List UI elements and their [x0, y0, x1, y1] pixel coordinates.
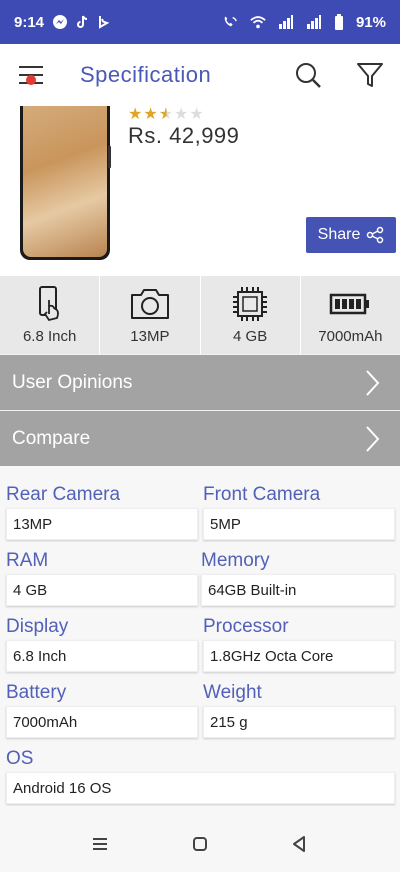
status-bar: 9:14 91%: [0, 0, 400, 44]
rating-stars: ★★★★★: [128, 106, 205, 124]
signal-icon-1: [278, 14, 294, 30]
spec-label: OS: [6, 748, 34, 769]
spec-weight: Weight 215 g: [203, 682, 395, 738]
feature-label: 4 GB: [233, 327, 268, 345]
share-icon: [367, 226, 384, 244]
key-features: 6.8 Inch 13MP 4 GB 7000mAh: [0, 276, 400, 354]
spec-value: 13MP: [6, 508, 198, 540]
search-icon: [296, 63, 321, 88]
compare-row[interactable]: Compare: [0, 411, 400, 466]
spec-list: Rear Camera 13MP Front Camera 5MP RAM 4 …: [0, 466, 400, 810]
messenger-icon: [52, 14, 68, 30]
filter-icon: [357, 63, 383, 87]
user-opinions-label: User Opinions: [12, 371, 133, 393]
feature-label: 6.8 Inch: [22, 327, 77, 345]
spec-label: Weight: [203, 682, 262, 703]
battery-icon: [330, 293, 370, 314]
spec-memory: Memory 64GB Built-in: [201, 550, 395, 606]
filter-button[interactable]: [355, 60, 385, 90]
spec-label: Rear Camera: [6, 484, 121, 505]
back-icon[interactable]: [289, 834, 309, 854]
recent-apps-icon[interactable]: [90, 834, 110, 854]
feature-ram: 4 GB: [201, 276, 301, 354]
product-price: Rs. 42,999: [128, 123, 240, 148]
signal-icon-2: [306, 14, 322, 30]
search-button[interactable]: [293, 60, 323, 90]
spec-value: 7000mAh: [6, 706, 198, 738]
half-star-icon: ★: [158, 106, 175, 123]
spec-value: 5MP: [203, 508, 395, 540]
bing-icon: [96, 14, 112, 30]
menu-button[interactable]: [16, 60, 46, 90]
camera-icon: [130, 288, 169, 319]
status-right: 91%: [222, 14, 386, 31]
spec-value: 4 GB: [6, 574, 198, 606]
chevron-right-icon: [366, 426, 380, 452]
menu-icon: [19, 66, 43, 85]
feature-camera: 13MP: [100, 276, 201, 354]
spec-value: 1.8GHz Octa Core: [203, 640, 395, 672]
share-button[interactable]: Share: [306, 217, 396, 253]
share-label: Share: [317, 226, 361, 243]
chip-icon: [233, 286, 268, 321]
tiktok-icon: [74, 14, 90, 30]
status-time: 9:14: [14, 13, 45, 31]
battery-status-icon: [334, 14, 344, 30]
star-icon: ★: [128, 106, 144, 123]
spec-label: Memory: [201, 550, 270, 571]
wifi-call-icon: [222, 14, 238, 30]
battery-percent: 91%: [355, 13, 386, 31]
spec-rear-camera: Rear Camera 13MP: [6, 484, 198, 540]
feature-label: 13MP: [130, 327, 170, 345]
star-icon: ★: [189, 106, 205, 123]
spec-value: 6.8 Inch: [6, 640, 198, 672]
star-icon: ★: [143, 106, 159, 123]
spec-value: Android 16 OS: [6, 772, 395, 804]
spec-label: RAM: [6, 550, 49, 571]
product-summary: ★★★★★ Rs. 42,999 Share: [0, 106, 400, 276]
feature-display: 6.8 Inch: [0, 276, 101, 354]
spec-value: 64GB Built-in: [201, 574, 395, 606]
spec-battery: Battery 7000mAh: [6, 682, 198, 738]
spec-processor: Processor 1.8GHz Octa Core: [203, 616, 395, 672]
spec-label: Display: [6, 616, 69, 637]
user-opinions-row[interactable]: User Opinions: [0, 355, 400, 410]
chevron-right-icon: [366, 370, 380, 396]
compare-label: Compare: [12, 427, 91, 449]
spec-os: OS Android 16 OS: [6, 748, 395, 804]
feature-battery: 7000mAh: [301, 276, 400, 354]
spec-value: 215 g: [203, 706, 395, 738]
product-image: [20, 106, 110, 260]
spec-label: Front Camera: [203, 484, 321, 505]
home-icon[interactable]: [190, 834, 210, 854]
wifi-icon: [250, 14, 266, 30]
app-bar: Specification: [0, 44, 400, 106]
spec-ram: RAM 4 GB: [6, 550, 198, 606]
spec-display: Display 6.8 Inch: [6, 616, 198, 672]
touch-phone-icon: [38, 285, 59, 321]
system-nav-bar: [0, 810, 400, 872]
spec-label: Battery: [6, 682, 67, 703]
star-icon: ★: [174, 106, 190, 123]
spec-front-camera: Front Camera 5MP: [203, 484, 395, 540]
page-title: Specification: [80, 62, 212, 87]
spec-label: Processor: [203, 616, 289, 637]
feature-label: 7000mAh: [318, 327, 383, 345]
